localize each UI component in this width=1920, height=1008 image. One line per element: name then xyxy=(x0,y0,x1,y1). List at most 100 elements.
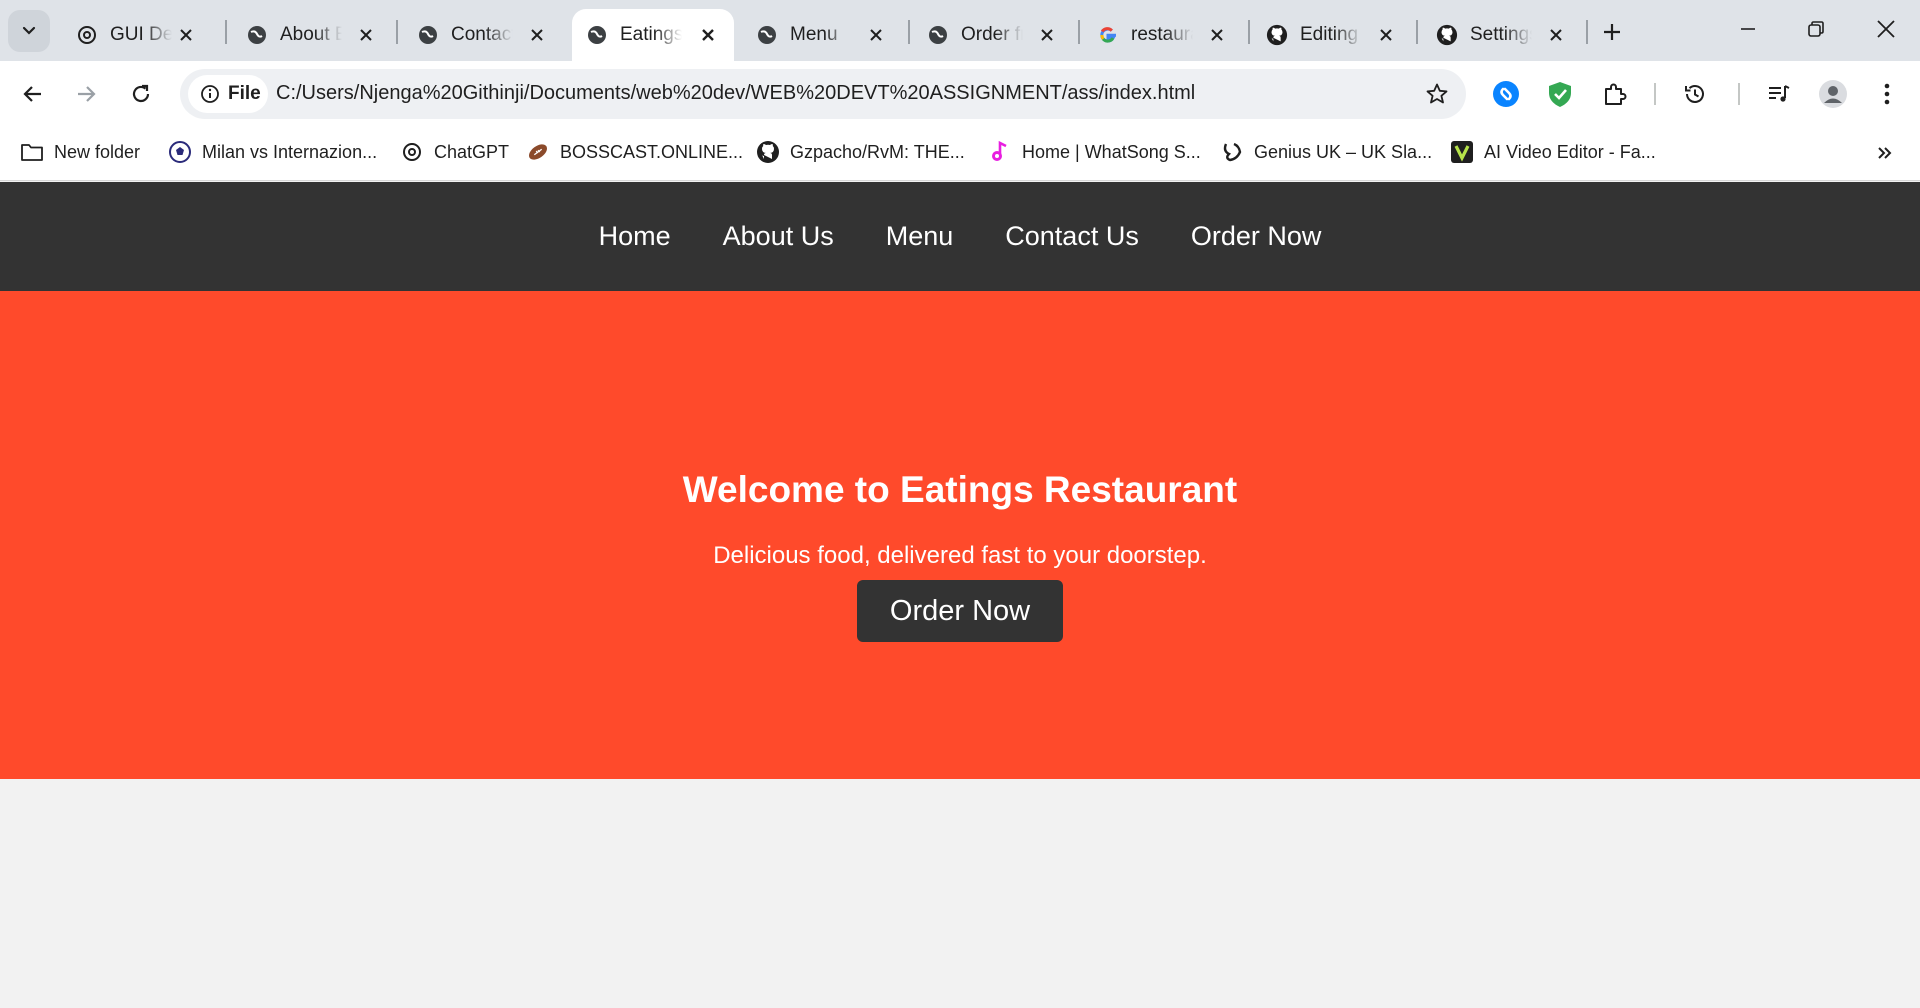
close-icon[interactable] xyxy=(1035,23,1059,47)
browser-tab[interactable]: Editing xyxy=(1252,9,1412,61)
browser-tab[interactable]: Settings xyxy=(1422,9,1582,61)
page-content: Home About Us Menu Contact Us Order Now … xyxy=(0,182,1920,1008)
tab-title: Order from Eatings xyxy=(961,24,1023,45)
openai-icon xyxy=(76,24,98,46)
github-icon xyxy=(1266,24,1288,46)
globe-icon xyxy=(927,24,949,46)
hero-title: Welcome to Eatings Restaurant xyxy=(682,469,1238,510)
tab-divider xyxy=(1586,20,1588,44)
tab-search-button[interactable] xyxy=(8,10,50,52)
close-icon[interactable] xyxy=(696,23,720,47)
restore-button[interactable] xyxy=(1782,0,1850,58)
close-icon[interactable] xyxy=(354,23,378,47)
hero-section: Welcome to Eatings Restaurant Delicious … xyxy=(0,291,1920,779)
soccer-ball-icon xyxy=(168,140,192,164)
close-icon[interactable] xyxy=(864,23,888,47)
nav-link-contact-us[interactable]: Contact Us xyxy=(1005,221,1139,252)
bookmark-item[interactable]: Milan vs Internazion... xyxy=(168,136,377,168)
bookmark-label: BOSSCAST.ONLINE... xyxy=(560,141,744,162)
reload-icon xyxy=(132,84,150,103)
tab-divider xyxy=(1416,20,1418,44)
bookmark-star-icon[interactable] xyxy=(1424,81,1450,107)
shazam-extension-icon[interactable] xyxy=(1489,77,1523,111)
close-icon[interactable] xyxy=(1374,23,1398,47)
minimize-icon xyxy=(1741,28,1755,30)
plus-icon xyxy=(1604,24,1620,40)
bookmark-item[interactable]: ChatGPT xyxy=(400,136,509,168)
bookmark-label: Milan vs Internazion... xyxy=(202,141,378,162)
football-icon xyxy=(526,140,550,164)
bookmark-label: ChatGPT xyxy=(434,141,510,162)
bookmark-item[interactable]: AI Video Editor - Fa... xyxy=(1450,136,1656,168)
toolbar-divider xyxy=(1738,83,1740,105)
extensions-puzzle-icon[interactable] xyxy=(1598,77,1632,111)
order-now-button[interactable]: Order Now xyxy=(857,580,1063,642)
tab-divider xyxy=(1078,20,1080,44)
tab-divider xyxy=(225,20,227,44)
profile-avatar-icon[interactable] xyxy=(1816,77,1850,111)
new-tab-button[interactable] xyxy=(1594,14,1630,50)
hero-subtitle: Delicious food, delivered fast to your d… xyxy=(713,542,1207,569)
browser-tab[interactable]: GUI Design xyxy=(62,9,212,61)
tab-title: GUI Design xyxy=(110,24,172,45)
bookmark-item[interactable]: Home | WhatSong S... xyxy=(988,136,1201,168)
browser-tab-strip: GUI Design About Eatings Contact Us Eati… xyxy=(0,0,1920,61)
close-icon[interactable] xyxy=(1544,23,1568,47)
close-icon[interactable] xyxy=(174,23,198,47)
double-chevron-right-icon xyxy=(1878,147,1892,159)
globe-icon xyxy=(417,24,439,46)
bookmark-item[interactable]: Gzpacho/RvM: THE... xyxy=(756,136,965,168)
reload-button[interactable] xyxy=(120,73,162,115)
genius-icon xyxy=(1220,140,1244,164)
globe-icon xyxy=(756,24,778,46)
media-control-icon[interactable] xyxy=(1762,77,1796,111)
browser-tab[interactable]: About Eatings xyxy=(232,9,392,61)
nav-link-home[interactable]: Home xyxy=(599,221,671,252)
browser-tab-active[interactable]: Eatings Restaurant xyxy=(572,9,734,61)
history-icon[interactable] xyxy=(1678,77,1712,111)
folder-icon xyxy=(20,140,44,164)
nav-link-about-us[interactable]: About Us xyxy=(723,221,834,252)
info-icon xyxy=(201,85,219,103)
url-text[interactable]: C:/Users/Njenga%20Githinji/Documents/web… xyxy=(276,82,1195,105)
bookmark-label: Home | WhatSong S... xyxy=(1022,141,1201,162)
arrow-left-icon xyxy=(23,86,41,102)
more-menu-icon[interactable] xyxy=(1870,77,1904,111)
tab-title: Eatings Restaurant xyxy=(620,24,682,45)
browser-tab[interactable]: Order from Eatings xyxy=(913,9,1073,61)
bookmark-label: Gzpacho/RvM: THE... xyxy=(790,141,965,162)
github-icon xyxy=(756,140,780,164)
site-info-label: File xyxy=(228,83,261,104)
bookmark-label: Genius UK – UK Sla... xyxy=(1254,141,1433,162)
restore-icon xyxy=(1808,21,1824,37)
nav-link-order-now[interactable]: Order Now xyxy=(1191,221,1322,252)
v-logo-icon xyxy=(1450,140,1474,164)
bookmark-item[interactable]: New folder xyxy=(20,136,140,168)
address-bar[interactable]: File C:/Users/Njenga%20Githinji/Document… xyxy=(180,69,1466,119)
close-window-button[interactable] xyxy=(1852,0,1920,58)
minimize-button[interactable] xyxy=(1714,0,1782,58)
chevron-down-icon xyxy=(22,26,36,35)
site-info-chip[interactable]: File xyxy=(188,75,268,113)
browser-tab[interactable]: Contact Us xyxy=(403,9,563,61)
tab-title: Menu xyxy=(790,24,838,45)
bookmark-label: New folder xyxy=(54,141,141,162)
bookmark-item[interactable]: Genius UK – UK Sla... xyxy=(1220,136,1432,168)
back-button[interactable] xyxy=(12,73,54,115)
site-navbar: Home About Us Menu Contact Us Order Now xyxy=(0,182,1920,291)
nav-link-menu[interactable]: Menu xyxy=(886,221,954,252)
tab-title: restaurant xyxy=(1131,24,1193,45)
close-icon[interactable] xyxy=(1205,23,1229,47)
close-icon[interactable] xyxy=(525,23,549,47)
github-icon xyxy=(1436,24,1458,46)
toolbar-divider xyxy=(1654,83,1656,105)
browser-tab[interactable]: Menu xyxy=(742,9,902,61)
bookmarks-overflow-button[interactable] xyxy=(1870,138,1900,168)
globe-icon xyxy=(586,24,608,46)
browser-tab[interactable]: restaurant xyxy=(1083,9,1243,61)
bookmark-item[interactable]: BOSSCAST.ONLINE... xyxy=(526,136,743,168)
google-icon xyxy=(1097,24,1119,46)
bookmark-label: AI Video Editor - Fa... xyxy=(1484,141,1656,162)
forward-button[interactable] xyxy=(65,73,107,115)
shield-extension-icon[interactable] xyxy=(1543,77,1577,111)
